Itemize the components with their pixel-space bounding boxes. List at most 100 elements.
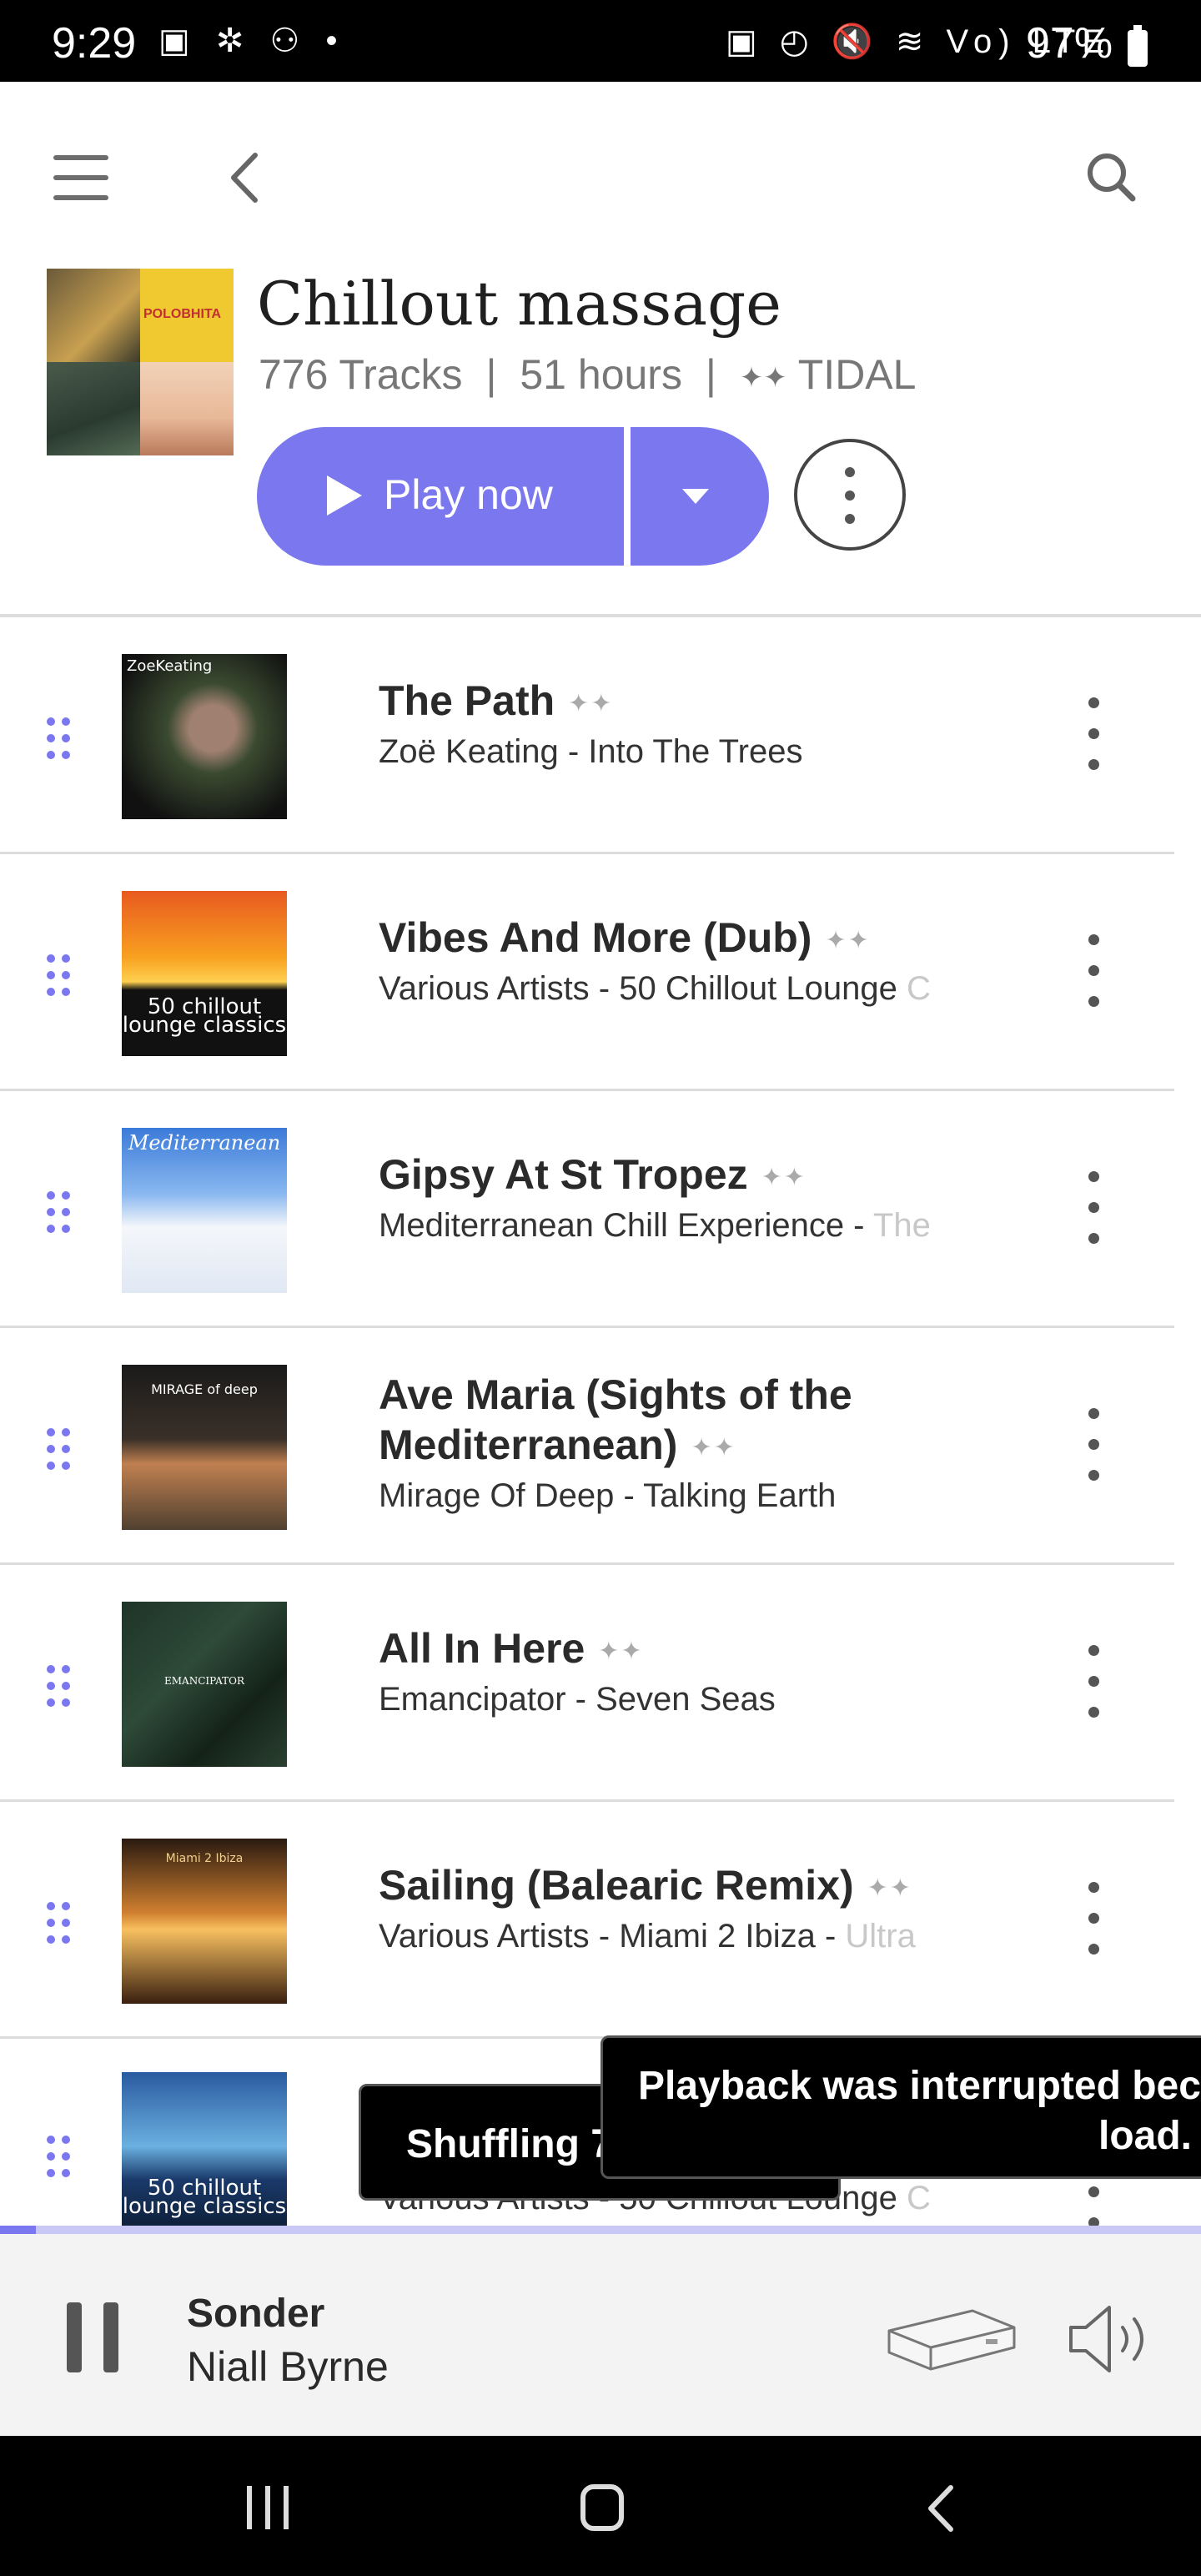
track-row[interactable]: MIRAGE of deep Ave Maria (Sights of the … [0,1328,1174,1565]
track-album-art: Miami 2 Ibiza [122,1839,287,2004]
track-title: All In Here [379,1625,585,1672]
track-artist-album: Various Artists - Miami 2 Ibiza - [379,1917,846,1955]
track-artist-album-overflow: The [872,1206,931,1244]
track-artist-album-overflow: C [906,2180,931,2216]
track-more-options-button[interactable] [1081,697,1106,772]
album-art-text: 50 chillout lounge classics [122,2176,287,2219]
meta-separator: | [705,351,716,398]
track-artist-album: Zoë Keating - Into The Trees [379,732,803,770]
track-more-options-button[interactable] [1081,1882,1106,1957]
track-subtitle: Mediterranean Chill Experience - The [379,1203,962,1248]
track-title-line: Gipsy At St Tropez ✦✦ [379,1150,962,1203]
play-now-label: Play now [384,471,553,518]
mini-player[interactable] [0,2234,1201,2436]
cover-art-2: POLOBHITA [140,269,234,362]
track-info: All In Here ✦✦ Emancipator - Seven Seas [379,1623,962,1722]
drag-handle-icon[interactable] [47,954,72,996]
now-playing-title: Sonder [187,2292,325,2336]
track-album-art: EMANCIPATOR [122,1602,287,1767]
playback-progress-bar[interactable] [0,2226,1201,2234]
track-row[interactable]: Miami 2 Ibiza Sailing (Balearic Remix) ✦✦… [0,1802,1174,2039]
playlist-cover-mosaic: POLOBHITA [47,269,234,455]
track-info: The Path ✦✦ Zoë Keating - Into The Trees [379,676,962,774]
playback-progress-fill [0,2226,37,2234]
track-more-options-button[interactable] [1081,934,1106,1009]
track-title: Vibes And More (Dub) [379,914,812,961]
track-info: Gipsy At St Tropez ✦✦ Mediterranean Chill… [379,1150,962,1248]
track-info: Vibes And More (Dub) ✦✦ Various Artists -… [379,913,962,1011]
cover-art-3 [47,362,140,455]
playlist-more-options-button[interactable] [794,439,906,551]
track-title-line: Ave Maria (Sights of the Mediterranean) ✦… [379,1370,962,1473]
pause-button[interactable] [67,2302,120,2372]
cover-art-4 [140,362,234,455]
home-icon[interactable] [580,2484,624,2531]
album-art-text: ZoeKeating [127,657,213,675]
playlist-meta: 776 Tracks | 51 hours | ✦✦ TIDAL [259,350,916,399]
notification-icons: ▣ ✲ ⚇ • [158,23,346,59]
play-now-button[interactable]: Play now [257,427,624,566]
track-row[interactable]: 50 chillout lounge classics Vibes And Mo… [0,854,1174,1091]
track-title-line: All In Here ✦✦ [379,1623,962,1677]
track-more-options-button[interactable] [1081,1171,1106,1246]
track-title: Sailing (Balearic Remix) [379,1862,854,1909]
output-device-icon[interactable] [886,2304,1018,2374]
track-artist-album: Various Artists - 50 Chillout Lounge [379,969,907,1007]
track-subtitle: Various Artists - Miami 2 Ibiza - Ultra [379,1914,962,1959]
track-row[interactable]: ZoeKeating The Path ✦✦ Zoë Keating - Into… [0,617,1174,854]
album-art-text: Mediterranean [128,1131,281,1155]
track-artist-album-overflow: Ultra [845,1917,916,1955]
track-info: Ave Maria (Sights of the Mediterranean) ✦… [379,1370,962,1518]
cover-art-2-text: POLOBHITA [143,307,222,321]
drag-handle-icon[interactable] [47,1191,72,1233]
volume-icon[interactable] [1068,2302,1154,2376]
drag-handle-icon[interactable] [47,2136,72,2177]
track-row[interactable]: EMANCIPATOR All In Here ✦✦ Emancipator - … [0,1565,1174,1802]
chevron-left-icon[interactable] [225,150,267,205]
hamburger-icon[interactable] [53,155,108,200]
track-title-line: Sailing (Balearic Remix) ✦✦ [379,1860,962,1914]
track-more-options-button[interactable] [1081,1408,1106,1483]
track-artist-album-overflow: C [906,969,931,1007]
track-album-art: 50 chillout lounge classics [122,891,287,1056]
playback-interrupted-toast: Playback was interrupted bec load. [600,2035,1201,2179]
track-album-art: ZoeKeating [122,654,287,819]
status-time: 9:29 [52,19,137,68]
tracks-count: 776 Tracks [259,351,463,398]
tidal-icon: ✦✦ [568,689,614,717]
playback-toast-line2: load. [1098,2114,1193,2158]
drag-handle-icon[interactable] [47,1902,72,1944]
track-more-options-button[interactable] [1081,1645,1106,1720]
tidal-icon: ✦✦ [739,361,787,394]
search-icon[interactable] [1084,150,1138,204]
track-title-line: The Path ✦✦ [379,676,962,729]
track-title: The Path [379,677,555,724]
battery-percentage: 97% [1026,19,1113,68]
system-back-icon[interactable] [921,2483,962,2534]
tidal-icon: ✦✦ [825,926,871,954]
drag-handle-icon[interactable] [47,717,72,759]
album-art-text: 50 chillout lounge classics [122,994,287,1038]
track-row[interactable]: Mediterranean Gipsy At St Tropez ✦✦ Medit… [0,1091,1174,1328]
track-artist-album: Mediterranean Chill Experience - [379,1206,873,1244]
playlist-title: Chillout massage [257,269,781,339]
tidal-icon: ✦✦ [867,1874,912,1902]
playlist-source: TIDAL [797,351,917,398]
now-playing-artist: Niall Byrne [187,2343,389,2390]
track-artist-album: Mirage Of Deep - Talking Earth [379,1477,837,1514]
playback-toast-line1: Playback was interrupted bec [638,2064,1201,2108]
track-subtitle: Mirage Of Deep - Talking Earth [379,1473,962,1518]
track-album-art: Mediterranean [122,1128,287,1293]
track-info: Sailing (Balearic Remix) ✦✦ Various Artis… [379,1860,962,1959]
track-album-art: MIRAGE of deep [122,1365,287,1530]
tidal-icon: ✦✦ [691,1433,736,1462]
play-icon [327,475,362,516]
track-artist-album: Emancipator - Seven Seas [379,1680,776,1718]
album-art-text: MIRAGE of deep [151,1381,258,1397]
drag-handle-icon[interactable] [47,1665,72,1707]
battery-icon [1128,25,1148,67]
recent-apps-icon[interactable] [244,2486,294,2529]
drag-handle-icon[interactable] [47,1428,72,1470]
tidal-icon: ✦✦ [761,1163,807,1191]
play-options-dropdown-button[interactable] [631,427,769,566]
